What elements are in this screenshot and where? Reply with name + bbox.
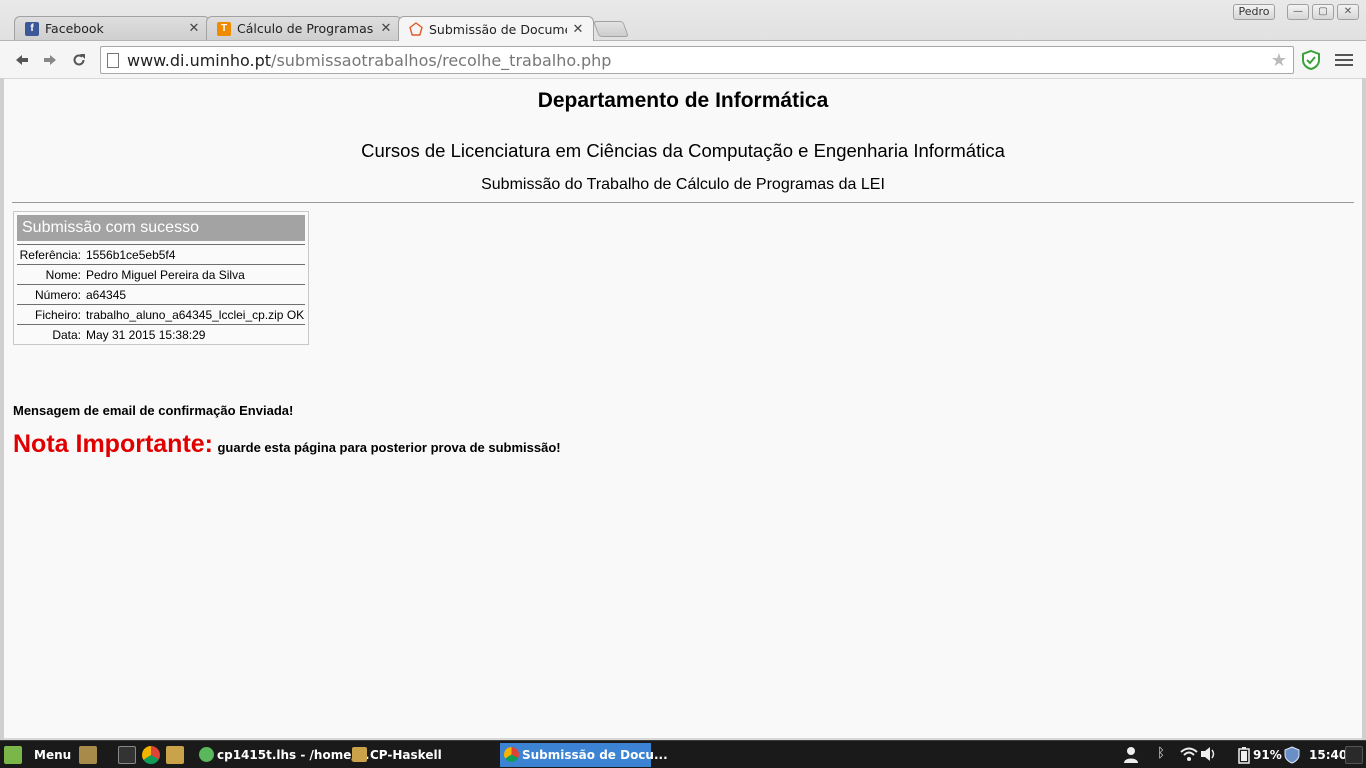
new-tab-button[interactable] [593, 21, 629, 37]
battery-level: 91% [1253, 748, 1282, 762]
window-border-right [1362, 78, 1366, 740]
window-title: CP-Haskell [370, 748, 442, 762]
row-label: Referência: [19, 248, 81, 262]
row-label: Ficheiro: [34, 308, 81, 322]
maximize-button[interactable]: ▢ [1312, 4, 1334, 20]
tab-strip: f Facebook ✕ T Cálculo de Programas - T … [0, 0, 1366, 41]
browser-chrome: f Facebook ✕ T Cálculo de Programas - T … [0, 0, 1366, 78]
close-icon[interactable]: ✕ [379, 21, 393, 36]
tab-facebook[interactable]: f Facebook ✕ [14, 16, 210, 40]
submission-result-table: Submissão com sucesso Referência: 1556b1… [13, 211, 309, 345]
row-label: Número: [34, 288, 81, 302]
url-host: www.di.uminho.pt [127, 50, 272, 70]
result-header: Submissão com sucesso [17, 215, 305, 241]
user-icon[interactable] [1123, 746, 1141, 764]
show-desktop-icon[interactable] [79, 746, 97, 764]
email-confirmation-message: Mensagem de email de confirmação Enviada… [13, 403, 294, 418]
result-row-name: Nome: Pedro Miguel Pereira da Silva [17, 264, 305, 284]
department-title: Departamento de Informática [537, 89, 829, 112]
tab-submissao[interactable]: Submissão de Document ✕ [398, 16, 594, 41]
close-icon[interactable]: ✕ [571, 22, 585, 37]
shield-check-icon[interactable] [1300, 49, 1322, 71]
volume-icon[interactable] [1200, 746, 1218, 764]
url-path: /submissaotrabalhos/recolhe_trabalho.php [271, 50, 612, 70]
terminal-icon[interactable] [118, 746, 136, 764]
forward-arrow-icon[interactable] [39, 49, 61, 71]
menu-hamburger-icon[interactable] [1335, 51, 1353, 69]
mint-logo-icon[interactable] [4, 746, 22, 764]
address-bar[interactable]: www.di.uminho.pt/submissaotrabalhos/reco… [100, 46, 1294, 74]
important-note: Nota Importante: guarde esta página para… [13, 430, 561, 459]
chrome-icon[interactable] [142, 746, 160, 764]
facebook-icon: f [25, 21, 39, 36]
bluetooth-icon[interactable]: ᛒ [1152, 746, 1170, 764]
row-value: 1556b1ce5eb5f4 [86, 248, 176, 262]
back-arrow-icon[interactable] [11, 49, 33, 71]
tab-t-icon: T [217, 21, 231, 36]
editor-icon [199, 747, 214, 762]
window-title: Submissão de Docu... [522, 748, 668, 762]
menu-button[interactable]: Menu [34, 745, 71, 765]
course-title: Cursos de Licenciatura em Ciências da Co… [361, 140, 1005, 161]
tab-title: Facebook [45, 21, 104, 36]
folder-icon[interactable] [166, 746, 184, 764]
update-shield-icon[interactable] [1283, 746, 1301, 764]
taskbar-window-cp1415t[interactable]: cp1415t.lhs - /home/... [195, 743, 369, 767]
taskbar: Menu cp1415t.lhs - /home/... CP-Haskell … [0, 740, 1366, 768]
reload-icon[interactable] [68, 49, 90, 71]
row-label: Nome: [45, 268, 81, 282]
bookmark-star-icon[interactable]: ★ [1271, 50, 1287, 71]
page-icon [107, 52, 119, 68]
result-row-reference: Referência: 1556b1ce5eb5f4 [17, 244, 305, 264]
show-desktop-button[interactable] [1345, 746, 1363, 764]
row-value: May 31 2015 15:38:29 [86, 328, 206, 342]
row-label: Data: [52, 328, 81, 342]
submission-title: Submissão do Trabalho de Cálculo de Prog… [481, 176, 885, 193]
browser-toolbar: www.di.uminho.pt/submissaotrabalhos/reco… [0, 40, 1366, 78]
note-text: guarde esta página para posterior prova … [217, 440, 561, 455]
wifi-icon[interactable] [1180, 746, 1198, 764]
note-label: Nota Importante: [13, 430, 213, 458]
tab-calculo-programas[interactable]: T Cálculo de Programas - T ✕ [206, 16, 402, 40]
window-title: cp1415t.lhs - /home/... [217, 748, 370, 762]
close-icon[interactable]: ✕ [187, 21, 201, 36]
profile-button[interactable]: Pedro [1233, 4, 1275, 20]
chrome-icon [504, 747, 519, 762]
taskbar-window-submissao[interactable]: Submissão de Docu... [500, 743, 668, 767]
result-row-date: Data: May 31 2015 15:38:29 [17, 324, 305, 344]
tab-title: Submissão de Document [429, 21, 567, 37]
close-window-button[interactable]: ✕ [1337, 4, 1359, 20]
tab-title: Cálculo de Programas - T [237, 21, 375, 36]
row-value: trabalho_aluno_a64345_lcclei_cp.zip OK [86, 308, 305, 322]
result-row-number: Número: a64345 [17, 284, 305, 304]
row-value: a64345 [86, 288, 127, 302]
clock: 15:40 [1309, 748, 1348, 762]
pentagon-icon [409, 22, 423, 36]
row-value: Pedro Miguel Pereira da Silva [86, 268, 245, 282]
horizontal-rule [12, 202, 1354, 203]
taskbar-window-cp-haskell[interactable]: CP-Haskell [348, 743, 442, 767]
page-content: Departamento de Informática Cursos de Li… [4, 79, 1362, 738]
minimize-button[interactable]: — [1287, 4, 1309, 20]
folder-icon [352, 747, 367, 762]
result-row-file: Ficheiro: trabalho_aluno_a64345_lcclei_c… [17, 304, 305, 324]
